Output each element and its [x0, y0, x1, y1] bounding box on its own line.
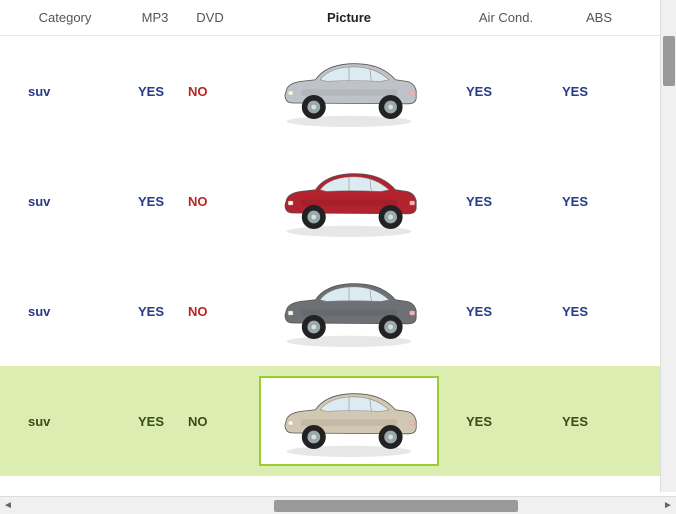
grid-header-row: Category MP3 DVD Picture Air Cond. ABS [0, 0, 676, 36]
column-header-aircond[interactable]: Air Cond. [458, 10, 554, 25]
table-row[interactable]: suv YES NO YES YES [0, 146, 676, 256]
car-image-icon [269, 51, 429, 131]
column-header-category[interactable]: Category [0, 10, 130, 25]
vertical-scrollbar[interactable] [660, 0, 676, 492]
vertical-scrollbar-thumb[interactable] [663, 36, 675, 86]
cell-mp3[interactable]: YES [130, 84, 180, 99]
cell-mp3[interactable]: YES [130, 414, 180, 429]
horizontal-scrollbar-thumb[interactable] [274, 500, 518, 512]
cell-abs[interactable]: YES [554, 304, 644, 319]
cell-category[interactable]: suv [0, 304, 130, 319]
car-image-wrapper [259, 266, 439, 356]
cell-dvd[interactable]: NO [180, 304, 240, 319]
cell-category[interactable]: suv [0, 194, 130, 209]
cell-dvd[interactable]: NO [180, 414, 240, 429]
scroll-right-arrow-icon[interactable]: ► [660, 498, 676, 514]
horizontal-scrollbar-track[interactable] [17, 498, 659, 514]
cell-picture[interactable] [240, 36, 458, 146]
cell-abs[interactable]: YES [554, 414, 644, 429]
column-header-mp3[interactable]: MP3 [130, 10, 180, 25]
cell-mp3[interactable]: YES [130, 194, 180, 209]
car-image-wrapper [259, 46, 439, 136]
cell-dvd[interactable]: NO [180, 194, 240, 209]
cell-picture[interactable] [240, 256, 458, 366]
car-image-icon [269, 381, 429, 461]
cell-abs[interactable]: YES [554, 194, 644, 209]
column-header-picture[interactable]: Picture [240, 10, 458, 25]
cell-mp3[interactable]: YES [130, 304, 180, 319]
column-header-abs[interactable]: ABS [554, 10, 644, 25]
table-row[interactable]: suv YES NO YES YES [0, 36, 676, 146]
scroll-left-arrow-icon[interactable]: ◄ [0, 498, 16, 514]
cell-category[interactable]: suv [0, 414, 130, 429]
cell-aircond[interactable]: YES [458, 84, 554, 99]
cell-abs[interactable]: YES [554, 84, 644, 99]
column-header-dvd[interactable]: DVD [180, 10, 240, 25]
car-image-wrapper [259, 156, 439, 246]
grid-body: suv YES NO YES YES suv YES NO [0, 36, 676, 476]
table-row[interactable]: suv YES NO YES YES [0, 256, 676, 366]
cell-aircond[interactable]: YES [458, 414, 554, 429]
cell-picture[interactable] [240, 366, 458, 476]
cell-aircond[interactable]: YES [458, 194, 554, 209]
car-image-wrapper [259, 376, 439, 466]
table-row[interactable]: suv YES NO YES YES [0, 366, 676, 476]
car-image-icon [269, 271, 429, 351]
cell-aircond[interactable]: YES [458, 304, 554, 319]
car-image-icon [269, 161, 429, 241]
cell-picture[interactable] [240, 146, 458, 256]
horizontal-scrollbar[interactable]: ◄ ► [0, 496, 676, 514]
cell-dvd[interactable]: NO [180, 84, 240, 99]
data-grid: Category MP3 DVD Picture Air Cond. ABS s… [0, 0, 676, 492]
cell-category[interactable]: suv [0, 84, 130, 99]
